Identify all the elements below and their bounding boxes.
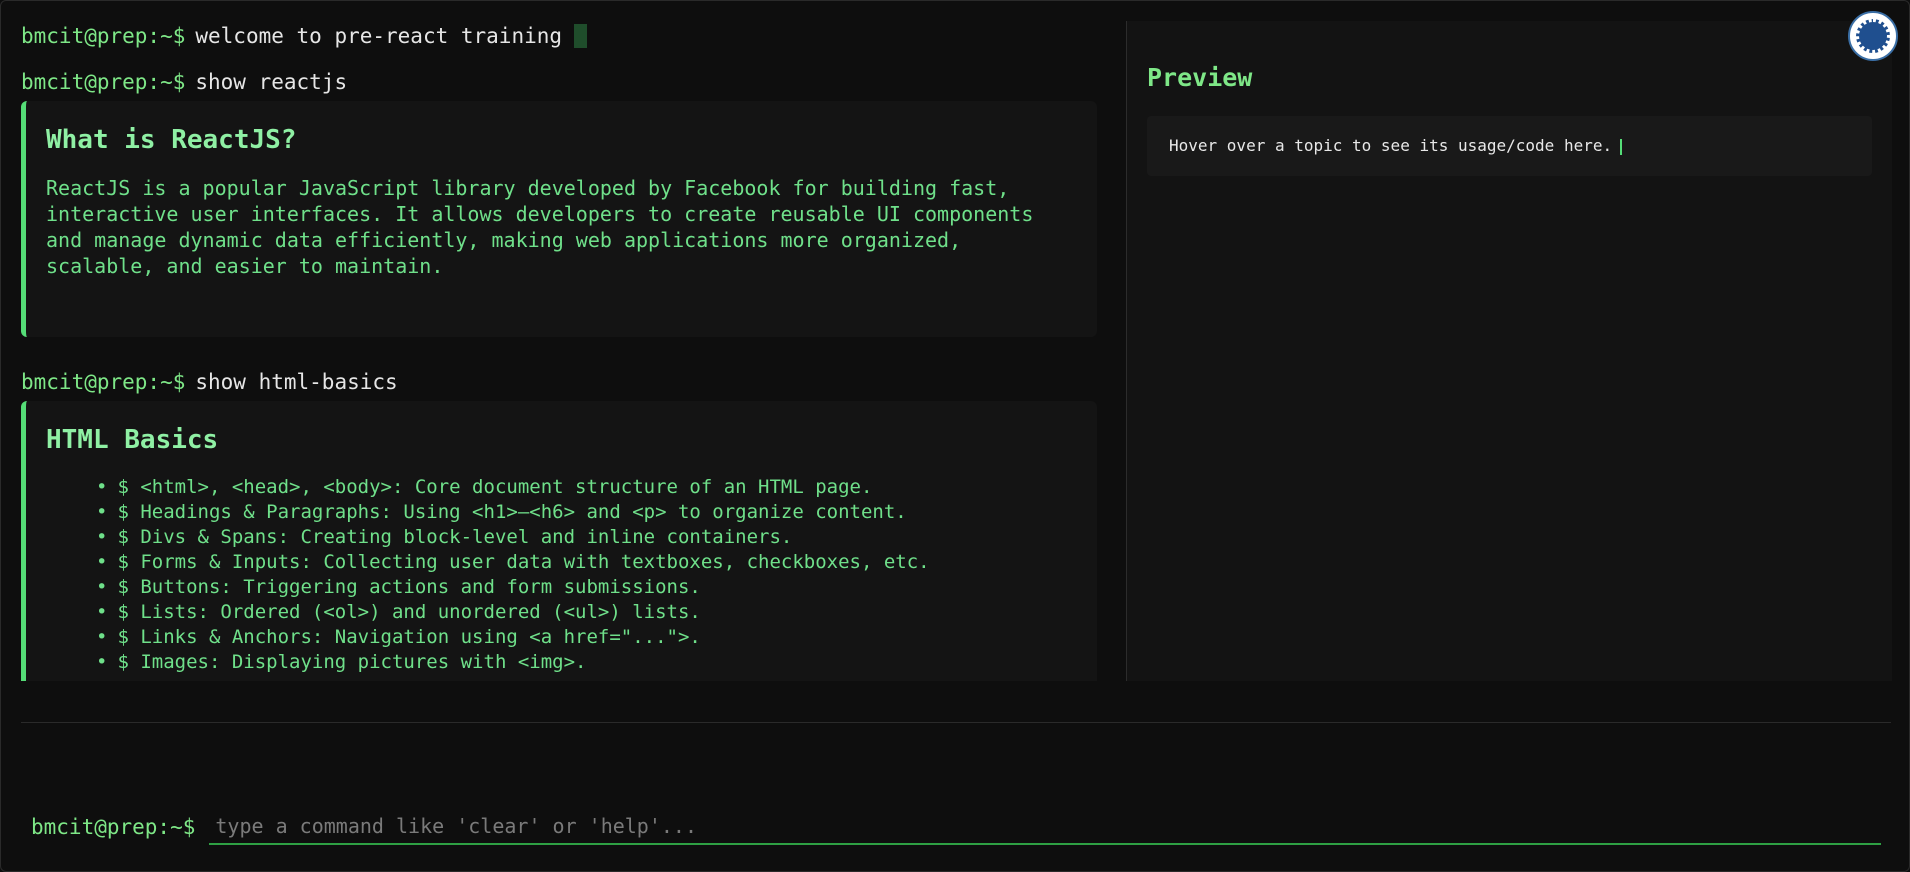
command-line-html-basics: bmcit@prep:~$ show html-basics (21, 367, 1097, 397)
html-basics-card: HTML Basics $ <html>, <head>, <body>: Co… (21, 401, 1097, 681)
topic-item[interactable]: $ Links & Anchors: Navigation using <a h… (96, 625, 1077, 650)
welcome-command: welcome to pre-react training (195, 24, 563, 48)
preview-title: Preview (1147, 63, 1253, 92)
topic-item[interactable]: $ Images: Displaying pictures with <img>… (96, 650, 1077, 675)
topic-item[interactable]: $ Headings & Paragraphs: Using <h1>–<h6>… (96, 500, 1077, 525)
command-input[interactable] (209, 809, 1881, 845)
preview-hint: Hover over a topic to see its usage/code… (1169, 136, 1613, 155)
terminal-output[interactable]: bmcit@prep:~$ welcome to pre-react train… (21, 21, 1097, 681)
reactjs-description: ReactJS is a popular JavaScript library … (46, 176, 1034, 278)
command-text: show reactjs (195, 70, 348, 94)
prompt-label: bmcit@prep:~$ (21, 70, 186, 94)
topic-item[interactable]: $ Divs & Spans: Creating block-level and… (96, 525, 1077, 550)
caret-icon (1620, 138, 1623, 155)
command-line-reactjs: bmcit@prep:~$ show reactjs (21, 67, 1097, 97)
institution-seal-icon (1848, 11, 1898, 61)
topic-item[interactable]: $ Buttons: Triggering actions and form s… (96, 575, 1077, 600)
command-text: show html-basics (195, 370, 398, 394)
blinking-cursor (574, 24, 588, 48)
prompt-label: bmcit@prep:~$ (21, 370, 186, 394)
divider (21, 722, 1891, 723)
topic-item[interactable]: $ Lists: Ordered (<ol>) and unordered (<… (96, 600, 1077, 625)
prompt-label: bmcit@prep:~$ (21, 24, 186, 48)
seal-inner (1856, 19, 1890, 53)
terminal-app-window: bmcit@prep:~$ welcome to pre-react train… (0, 0, 1910, 872)
topic-item[interactable]: $ Forms & Inputs: Collecting user data w… (96, 550, 1077, 575)
preview-content: Hover over a topic to see its usage/code… (1147, 116, 1872, 176)
input-prompt-label: bmcit@prep:~$ (31, 815, 196, 839)
html-basics-list: $ <html>, <head>, <body>: Core document … (46, 475, 1077, 675)
reactjs-card[interactable]: What is ReactJS? ReactJS is a popular Ja… (21, 101, 1097, 337)
topic-item[interactable]: $ <html>, <head>, <body>: Core document … (96, 475, 1077, 500)
command-input-row: bmcit@prep:~$ (31, 807, 1881, 847)
reactjs-title: What is ReactJS? (46, 125, 297, 155)
html-basics-title: HTML Basics (46, 425, 219, 455)
preview-panel: Preview Hover over a topic to see its us… (1126, 21, 1892, 681)
welcome-line: bmcit@prep:~$ welcome to pre-react train… (21, 21, 1097, 51)
